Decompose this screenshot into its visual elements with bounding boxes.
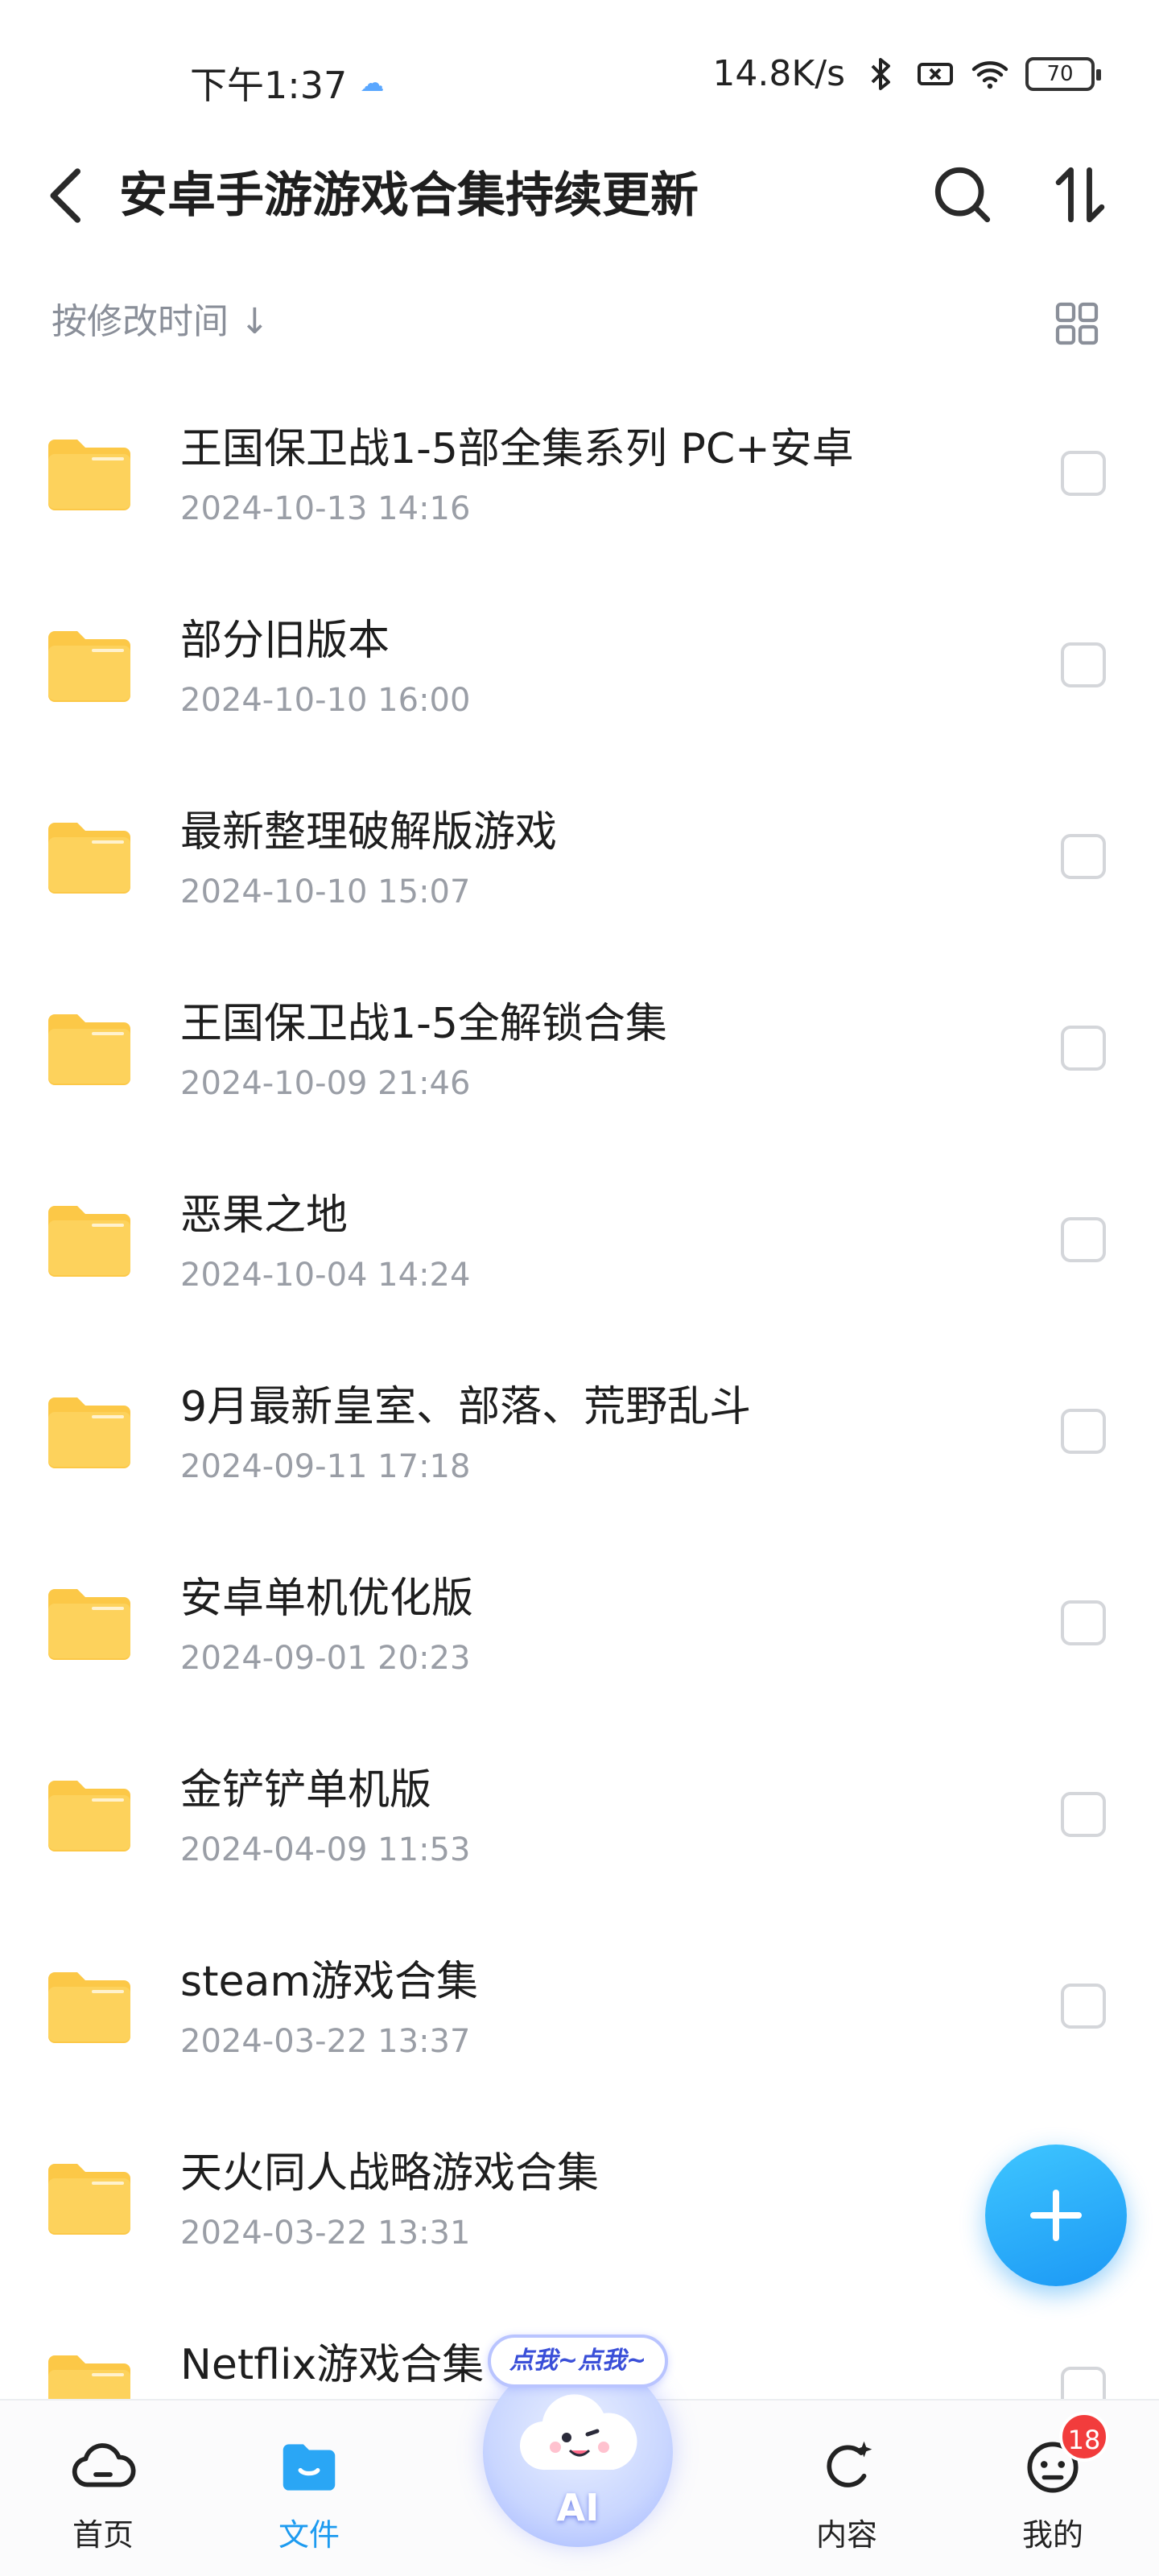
list-item[interactable]: 王国保卫战1-5部全集系列 PC+安卓 2024-10-13 14:16 xyxy=(0,386,1159,578)
nav-content-label: 内容 xyxy=(815,2517,877,2553)
ai-label: AI xyxy=(556,2486,600,2529)
folder-icon xyxy=(48,631,130,702)
status-bar: 下午1:37 ☁ 14.8K/s 70 xyxy=(0,0,1159,161)
ai-cloud-mascot-icon xyxy=(519,2394,637,2471)
nav-home[interactable]: 首页 xyxy=(39,2433,167,2553)
folder-icon xyxy=(48,1972,130,2043)
no-sim-icon xyxy=(918,62,953,85)
select-checkbox[interactable] xyxy=(1061,1792,1106,1837)
file-date: 2024-04-09 11:53 xyxy=(180,1831,471,1868)
file-name: 安卓单机优化版 xyxy=(180,1575,474,1623)
search-icon[interactable] xyxy=(926,158,1000,232)
bluetooth-icon xyxy=(871,57,890,90)
app-header: 安卓手游游戏合集持续更新 xyxy=(0,145,1159,242)
file-date: 2024-10-13 14:16 xyxy=(180,490,471,527)
select-checkbox[interactable] xyxy=(1061,642,1106,687)
file-name: 恶果之地 xyxy=(180,1191,349,1240)
grid-view-icon[interactable] xyxy=(1051,298,1103,349)
home-cloud-icon xyxy=(72,2443,136,2487)
ai-prompt-tag[interactable]: 点我~点我~ xyxy=(488,2334,668,2388)
folder-icon xyxy=(48,1781,130,1852)
file-date: 2024-10-04 14:24 xyxy=(180,1257,471,1294)
folder-icon xyxy=(48,440,130,510)
file-name: 最新整理破解版游戏 xyxy=(180,808,558,857)
nav-files-label: 文件 xyxy=(278,2517,340,2553)
status-time: 下午1:37 xyxy=(190,64,348,107)
select-checkbox[interactable] xyxy=(1061,1409,1106,1454)
nav-home-label: 首页 xyxy=(72,2517,134,2553)
file-date: 2024-10-10 16:00 xyxy=(180,682,471,719)
folder-icon xyxy=(48,2164,130,2235)
list-item[interactable]: 恶果之地 2024-10-04 14:24 xyxy=(0,1153,1159,1344)
list-item[interactable]: 最新整理破解版游戏 2024-10-10 15:07 xyxy=(0,770,1159,961)
select-checkbox[interactable] xyxy=(1061,1984,1106,2029)
file-name: 天火同人战略游戏合集 xyxy=(180,2149,600,2198)
sort-row: 按修改时间 ↓ xyxy=(0,290,1159,354)
file-date: 2024-03-22 13:37 xyxy=(180,2023,471,2060)
content-refresh-icon xyxy=(827,2441,872,2487)
list-item[interactable]: steam游戏合集 2024-03-22 13:37 xyxy=(0,1919,1159,2111)
files-folder-icon xyxy=(283,2444,336,2491)
list-item[interactable]: 金铲铲单机版 2024-04-09 11:53 xyxy=(0,1728,1159,1919)
file-name: Netflix游戏合集 xyxy=(180,2341,485,2389)
list-item[interactable]: 部分旧版本 2024-10-10 16:00 xyxy=(0,578,1159,770)
battery-indicator: 70 xyxy=(1025,56,1101,91)
folder-icon xyxy=(48,1397,130,1468)
folder-icon xyxy=(48,1014,130,1085)
select-checkbox[interactable] xyxy=(1061,1217,1106,1262)
file-date: 2024-10-09 21:46 xyxy=(180,1065,471,1102)
file-name: 9月最新皇室、部落、荒野乱斗 xyxy=(180,1383,752,1431)
nav-mine-label: 我的 xyxy=(1021,2517,1083,2553)
back-arrow-icon[interactable] xyxy=(32,159,105,232)
status-time-group: 下午1:37 ☁ xyxy=(190,56,384,109)
select-checkbox[interactable] xyxy=(1061,451,1106,496)
folder-icon xyxy=(48,1589,130,1660)
cloud-sync-icon: ☁ xyxy=(360,68,385,97)
wifi-icon xyxy=(971,60,1008,89)
file-date: 2024-10-10 15:07 xyxy=(180,873,471,910)
file-name: 部分旧版本 xyxy=(180,617,390,665)
folder-icon xyxy=(48,823,130,894)
status-indicators: 14.8K/s 70 xyxy=(712,53,1101,94)
file-date: 2024-09-01 20:23 xyxy=(180,1640,471,1677)
file-date: 2024-09-11 17:18 xyxy=(180,1448,471,1485)
file-name: 王国保卫战1-5部全集系列 PC+安卓 xyxy=(180,425,854,473)
list-item[interactable]: 王国保卫战1-5全解锁合集 2024-10-09 21:46 xyxy=(0,961,1159,1153)
select-checkbox[interactable] xyxy=(1061,1600,1106,1645)
select-checkbox[interactable] xyxy=(1061,1026,1106,1071)
file-name: steam游戏合集 xyxy=(180,1958,478,2006)
nav-files[interactable]: 文件 xyxy=(245,2433,373,2553)
file-name: 王国保卫战1-5全解锁合集 xyxy=(180,1000,667,1048)
sort-icon[interactable] xyxy=(1043,158,1117,232)
list-item[interactable]: 安卓单机优化版 2024-09-01 20:23 xyxy=(0,1536,1159,1728)
file-date: 2024-03-22 13:31 xyxy=(180,2215,471,2252)
network-speed: 14.8K/s xyxy=(712,53,845,94)
sort-by-modified-time[interactable]: 按修改时间 ↓ xyxy=(52,295,270,349)
add-button[interactable] xyxy=(985,2145,1127,2286)
folder-icon xyxy=(48,1206,130,1277)
file-name: 金铲铲单机版 xyxy=(180,1766,432,1814)
page-title: 安卓手游游戏合集持续更新 xyxy=(119,167,699,224)
select-checkbox[interactable] xyxy=(1061,834,1106,879)
notification-badge: 18 xyxy=(1059,2412,1109,2462)
nav-content[interactable]: 内容 xyxy=(782,2433,911,2553)
list-item[interactable]: 9月最新皇室、部落、荒野乱斗 2024-09-11 17:18 xyxy=(0,1344,1159,1536)
